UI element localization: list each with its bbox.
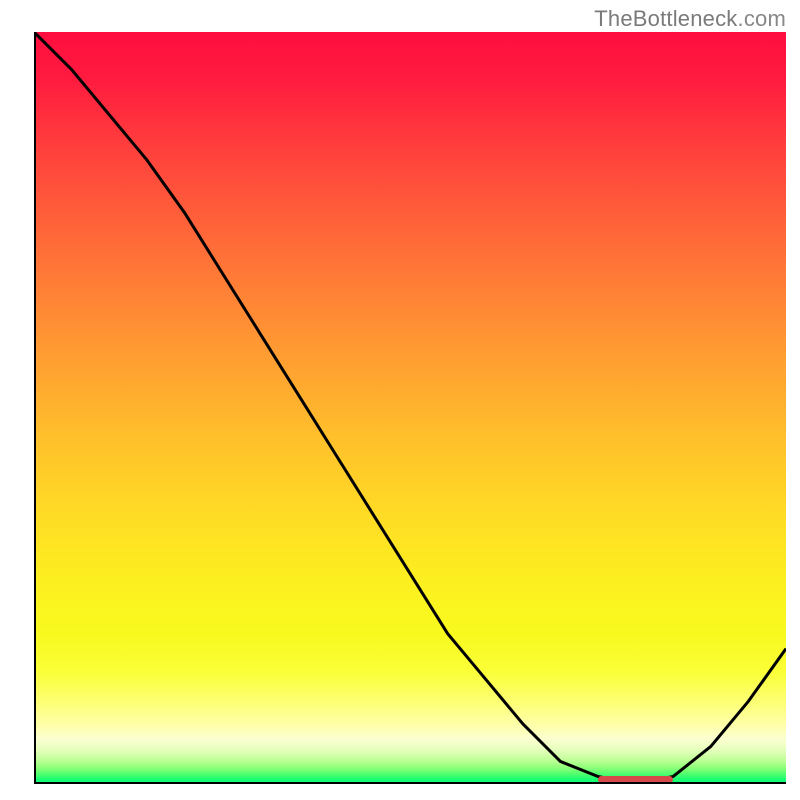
- attribution-suffix: .com: [738, 6, 786, 31]
- attribution-brand: TheBottleneck: [594, 6, 737, 31]
- bottleneck-curve: [34, 32, 786, 784]
- chart-viewport: TheBottleneck.com: [0, 0, 800, 800]
- minimum-marker: [598, 776, 673, 783]
- plot-area: [34, 32, 786, 784]
- attribution-text: TheBottleneck.com: [594, 6, 786, 32]
